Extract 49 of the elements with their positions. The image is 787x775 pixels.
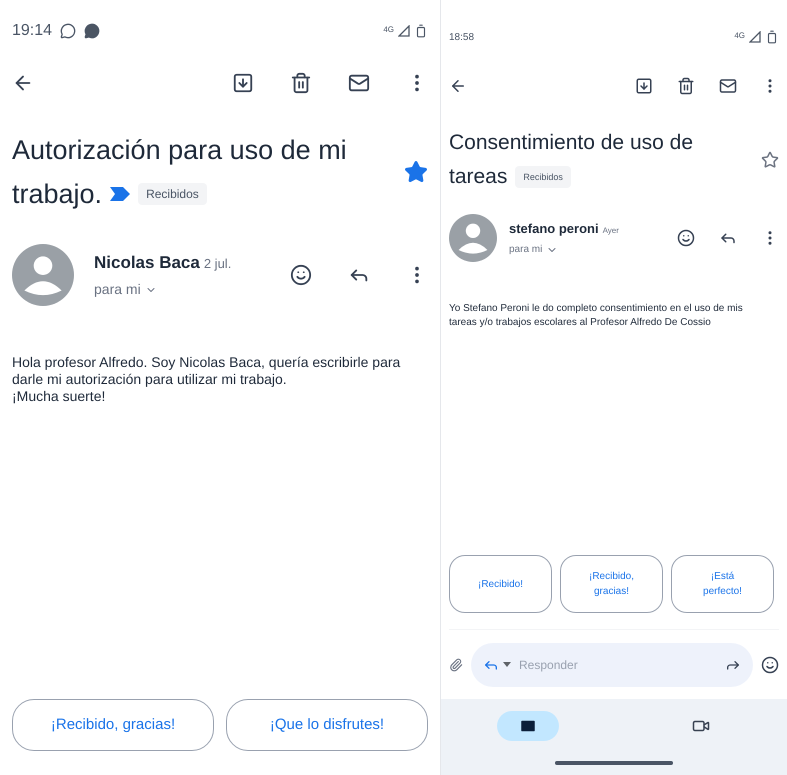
reply-input[interactable]: Responder — [519, 656, 721, 674]
status-time: 19:14 — [12, 21, 52, 41]
email-date: 2 jul. — [204, 254, 232, 273]
archive-icon[interactable] — [635, 77, 653, 95]
smart-reply-button[interactable]: ¡Está perfecto! — [671, 555, 774, 613]
email-subject: tareas — [449, 164, 508, 190]
smart-reply-button[interactable]: ¡Recibido! — [449, 555, 552, 613]
status-time: 18:58 — [449, 30, 474, 44]
emoji-icon[interactable] — [761, 656, 779, 674]
avatar-icon — [449, 214, 497, 262]
reply-field[interactable]: Responder — [471, 642, 753, 686]
email-subject: Autorización para uso de mi — [12, 134, 347, 167]
delete-icon[interactable] — [290, 72, 312, 94]
inbox-label[interactable]: Recibidos — [515, 166, 571, 188]
email-body-text: Hola profesor Alfredo. Soy Nicolas Baca, quería escribirle para darle mi autorización para utilizar mi trabajo. — [12, 354, 402, 388]
emoji-icon[interactable] — [677, 229, 695, 247]
recipient-toggle[interactable]: para mi — [509, 242, 665, 258]
chat-icon — [60, 23, 76, 39]
signal-icon — [398, 25, 410, 37]
recipient-toggle[interactable]: para mi — [94, 279, 270, 300]
mark-unread-icon[interactable] — [348, 72, 370, 94]
email-body-text: Yo Stefano Peroni le do completo consentimiento en el uso de mis tareas y/o trabajos escolares al Profesor Alfredo De Cossio — [449, 302, 744, 330]
network-type: 4G — [383, 24, 394, 36]
avatar-icon — [12, 244, 74, 306]
sender-name: Nicolas Baca — [94, 252, 200, 274]
sender-name: stefano peroni — [509, 220, 599, 238]
delete-icon[interactable] — [677, 77, 695, 95]
inbox-label[interactable]: Recibidos — [138, 183, 207, 205]
archive-icon[interactable] — [232, 72, 254, 94]
mail-tab[interactable] — [496, 711, 558, 741]
smart-reply-button[interactable]: ¡Recibido, gracias! — [12, 699, 214, 751]
emoji-icon[interactable] — [290, 264, 312, 286]
smart-reply-button[interactable]: ¡Que lo disfrutes! — [226, 699, 428, 751]
messenger-icon — [84, 23, 100, 39]
star-icon[interactable] — [761, 151, 779, 169]
email-subject: trabajo. — [12, 178, 102, 211]
email-subject: Consentimiento de uso de — [449, 130, 693, 156]
mark-unread-icon[interactable] — [719, 77, 737, 95]
email-date: Ayer — [602, 224, 619, 237]
battery-icon — [414, 24, 428, 38]
email-body-text: ¡Mucha suerte! — [12, 388, 106, 405]
dropdown-icon — [503, 662, 511, 667]
network-type: 4G — [734, 30, 745, 42]
signal-icon — [749, 31, 761, 43]
attach-icon[interactable] — [449, 658, 463, 672]
back-icon[interactable] — [449, 77, 467, 95]
star-icon[interactable] — [404, 160, 428, 184]
battery-icon — [765, 30, 779, 44]
smart-reply-button[interactable]: ¡Recibido, gracias! — [560, 555, 663, 613]
